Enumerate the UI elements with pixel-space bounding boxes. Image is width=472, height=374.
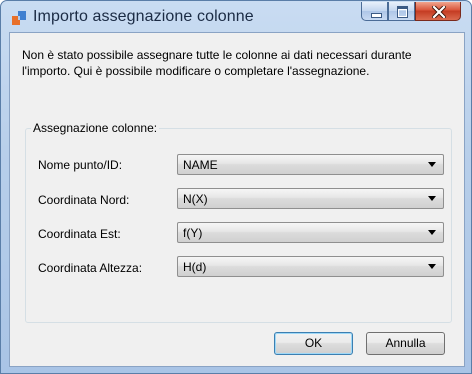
label-coord-height: Coordinata Altezza: <box>38 261 143 275</box>
maximize-button[interactable] <box>388 2 415 21</box>
coord-north-select[interactable]: N(X) <box>177 188 444 209</box>
coord-north-value: N(X) <box>183 192 208 206</box>
info-message: Non è stato possibile assegnare tutte le… <box>22 48 412 78</box>
coord-height-select[interactable]: H(d) <box>177 256 444 277</box>
ok-button[interactable]: OK <box>274 332 353 355</box>
chevron-down-icon <box>428 264 436 269</box>
close-button[interactable] <box>415 2 461 21</box>
coord-east-select[interactable]: f(Y) <box>177 222 444 243</box>
label-coord-north: Coordinata Nord: <box>38 193 130 207</box>
point-name-id-value: NAME <box>183 158 218 172</box>
chevron-down-icon <box>428 162 436 167</box>
dialog-client-area: Non è stato possibile assegnare tutte le… <box>9 32 465 367</box>
chevron-down-icon <box>428 230 436 235</box>
cancel-button[interactable]: Annulla <box>366 332 445 355</box>
label-coord-east: Coordinata Est: <box>38 227 121 241</box>
coord-height-value: H(d) <box>183 260 207 274</box>
minimize-button[interactable] <box>361 2 388 21</box>
group-title: Assegnazione colonne: <box>31 121 160 135</box>
close-icon <box>432 6 446 18</box>
title-bar[interactable]: Importo assegnazione colonne <box>1 1 471 33</box>
dialog-window: Importo assegnazione colonne Non è stato… <box>0 0 472 374</box>
coord-east-value: f(Y) <box>183 226 203 240</box>
window-title: Importo assegnazione colonne <box>33 8 254 25</box>
label-point-name-id: Nome punto/ID: <box>38 158 123 172</box>
minimize-icon <box>371 13 382 18</box>
table-import-icon <box>12 11 26 25</box>
point-name-id-select[interactable]: NAME <box>177 154 444 175</box>
caption-buttons <box>361 2 461 22</box>
maximize-icon <box>397 6 408 18</box>
chevron-down-icon <box>428 196 436 201</box>
